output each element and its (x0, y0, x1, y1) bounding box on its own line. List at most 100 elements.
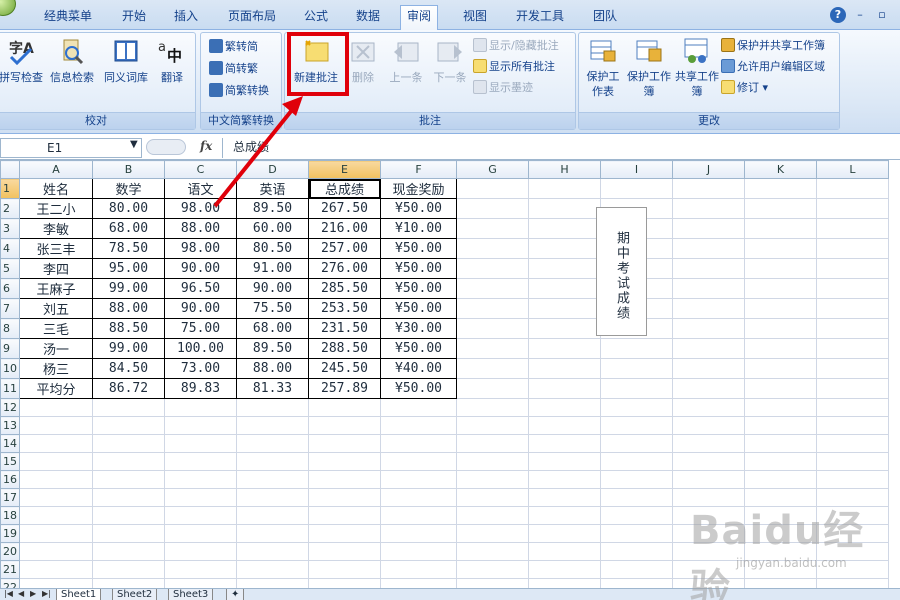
formula-input[interactable]: 总成绩 (222, 138, 900, 158)
cell-j11[interactable] (672, 378, 745, 399)
cell-g3[interactable] (456, 218, 529, 239)
tab-page-layout[interactable]: 页面布局 (222, 6, 282, 28)
next-sheet-icon[interactable]: ▶ (30, 589, 36, 598)
row-header[interactable]: 12 (0, 398, 20, 417)
cell-c12[interactable] (164, 398, 237, 417)
column-header-f[interactable]: F (380, 160, 457, 179)
cell-h10[interactable] (528, 358, 601, 379)
cell-l2[interactable] (816, 198, 889, 219)
cell-c2[interactable]: 98.00 (164, 198, 237, 219)
cell-a17[interactable] (19, 488, 93, 507)
cell-l10[interactable] (816, 358, 889, 379)
cell-c15[interactable] (164, 452, 237, 471)
cell-f18[interactable] (380, 506, 457, 525)
cell-f6[interactable]: ¥50.00 (380, 278, 457, 299)
row-header[interactable]: 2 (0, 198, 20, 219)
cell-c11[interactable]: 89.83 (164, 378, 237, 399)
tab-formulas[interactable]: 公式 (298, 6, 334, 28)
cell-c19[interactable] (164, 524, 237, 543)
chinese-conversion-button[interactable]: 简繁转换 (209, 81, 269, 101)
cell-g11[interactable] (456, 378, 529, 399)
cell-f21[interactable] (380, 560, 457, 579)
cell-f5[interactable]: ¥50.00 (380, 258, 457, 279)
cell-k9[interactable] (744, 338, 817, 359)
restore-icon[interactable]: ▫ (874, 7, 890, 23)
cell-f9[interactable]: ¥50.00 (380, 338, 457, 359)
cell-k14[interactable] (744, 434, 817, 453)
cell-k3[interactable] (744, 218, 817, 239)
cell-a16[interactable] (19, 470, 93, 489)
cell-d9[interactable]: 89.50 (236, 338, 309, 359)
cell-j12[interactable] (672, 398, 745, 417)
cell-d11[interactable]: 81.33 (236, 378, 309, 399)
cell-k12[interactable] (744, 398, 817, 417)
show-ink-button[interactable]: 显示墨迹 (473, 78, 533, 98)
column-header-j[interactable]: J (672, 160, 745, 179)
cell-e15[interactable] (308, 452, 381, 471)
cell-a2[interactable]: 王二小 (19, 198, 93, 219)
select-all-corner[interactable] (0, 160, 20, 179)
cell-l9[interactable] (816, 338, 889, 359)
cell-g16[interactable] (456, 470, 529, 489)
cell-g2[interactable] (456, 198, 529, 219)
cell-l11[interactable] (816, 378, 889, 399)
cell-i21[interactable] (600, 560, 673, 579)
cell-h21[interactable] (528, 560, 601, 579)
cell-a3[interactable]: 李敏 (19, 218, 93, 239)
cell-j15[interactable] (672, 452, 745, 471)
research-button[interactable]: 信息检索 (47, 37, 97, 97)
cell-d13[interactable] (236, 416, 309, 435)
cell-k10[interactable] (744, 358, 817, 379)
row-header[interactable]: 8 (0, 318, 20, 339)
row-header[interactable]: 4 (0, 238, 20, 259)
cell-h11[interactable] (528, 378, 601, 399)
cell-j2[interactable] (672, 198, 745, 219)
cell-g15[interactable] (456, 452, 529, 471)
cell-e1[interactable]: 总成绩 (308, 178, 381, 199)
cell-l14[interactable] (816, 434, 889, 453)
row-header[interactable]: 20 (0, 542, 20, 561)
cell-g20[interactable] (456, 542, 529, 561)
protect-sheet-button[interactable]: 保护工作表 (583, 37, 623, 98)
row-header[interactable]: 3 (0, 218, 20, 239)
show-hide-comment-button[interactable]: 显示/隐藏批注 (473, 36, 559, 56)
minimize-icon[interactable]: – (852, 7, 868, 23)
column-header-k[interactable]: K (744, 160, 817, 179)
cell-f7[interactable]: ¥50.00 (380, 298, 457, 319)
cell-f15[interactable] (380, 452, 457, 471)
row-header[interactable]: 10 (0, 358, 20, 379)
cell-e10[interactable]: 245.50 (308, 358, 381, 379)
column-header-a[interactable]: A (19, 160, 93, 179)
cell-j6[interactable] (672, 278, 745, 299)
translate-button[interactable]: a中 翻译 (155, 37, 189, 97)
row-header[interactable]: 14 (0, 434, 20, 453)
cell-h17[interactable] (528, 488, 601, 507)
cell-l7[interactable] (816, 298, 889, 319)
tab-team[interactable]: 团队 (587, 6, 623, 28)
cell-b2[interactable]: 80.00 (92, 198, 165, 219)
protect-workbook-button[interactable]: 保护工作簿 (627, 37, 671, 98)
row-header[interactable]: 17 (0, 488, 20, 507)
cell-c14[interactable] (164, 434, 237, 453)
sheet-tab-3[interactable]: Sheet3 (168, 589, 214, 600)
cell-l16[interactable] (816, 470, 889, 489)
last-sheet-icon[interactable]: ▶| (42, 589, 51, 598)
cell-l13[interactable] (816, 416, 889, 435)
row-header[interactable]: 9 (0, 338, 20, 359)
cell-c4[interactable]: 98.00 (164, 238, 237, 259)
cell-f20[interactable] (380, 542, 457, 561)
previous-comment-button[interactable]: 上一条 (385, 37, 427, 97)
cell-c6[interactable]: 96.50 (164, 278, 237, 299)
cell-e17[interactable] (308, 488, 381, 507)
column-header-b[interactable]: B (92, 160, 165, 179)
name-box-dropdown-icon[interactable]: ▼ (130, 139, 138, 150)
cell-i17[interactable] (600, 488, 673, 507)
cell-a8[interactable]: 三毛 (19, 318, 93, 339)
cell-l6[interactable] (816, 278, 889, 299)
cell-e3[interactable]: 216.00 (308, 218, 381, 239)
name-box[interactable]: E1 (0, 138, 142, 158)
cell-l3[interactable] (816, 218, 889, 239)
cell-h3[interactable] (528, 218, 601, 239)
cell-h14[interactable] (528, 434, 601, 453)
cell-k2[interactable] (744, 198, 817, 219)
